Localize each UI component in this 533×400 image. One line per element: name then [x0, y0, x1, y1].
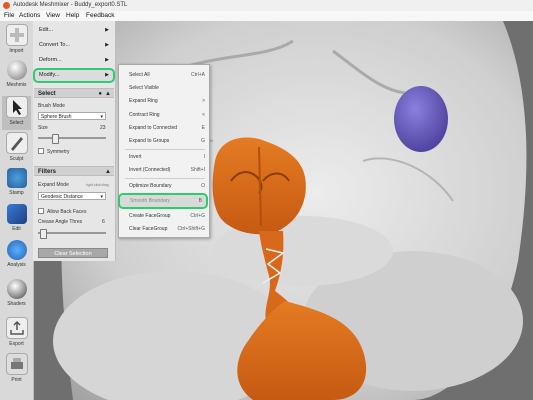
chevron-right-icon: ▶: [105, 57, 109, 63]
menu-file[interactable]: File: [4, 12, 14, 19]
meshmix-tool[interactable]: Meshmix: [2, 60, 31, 94]
crease-angle-label: Crease Angle Thres: [38, 219, 83, 225]
plus-icon: [5, 24, 28, 46]
size-label: Size: [38, 125, 48, 131]
chevron-right-icon: ▶: [105, 27, 109, 33]
symmetry-label: Symmetry: [47, 149, 70, 155]
size-value: 23: [100, 125, 106, 131]
brush-mode-label: Brush Mode: [38, 103, 65, 109]
window-title: Autodesk Meshmixer - Buddy_export0.STL: [13, 2, 128, 8]
stamp-tool[interactable]: Stamp: [2, 168, 31, 202]
print-icon: [5, 353, 28, 375]
print-tool[interactable]: Print: [2, 353, 31, 387]
stamp-icon: [6, 168, 27, 188]
left-toolbar: Import Meshmix Select Sculpt Stamp Edit …: [0, 21, 34, 400]
edit-icon: [6, 204, 27, 224]
menu-separator: [125, 178, 205, 179]
select-all-item[interactable]: Select All Ctrl+A: [119, 69, 209, 81]
brush-icon: [5, 132, 28, 154]
collapse-icon[interactable]: ▲: [105, 89, 111, 99]
chevron-right-icon: ▶: [105, 42, 109, 48]
shaders-tool[interactable]: Shaders: [2, 279, 31, 313]
size-slider[interactable]: [38, 134, 106, 144]
invert-connected-item[interactable]: Invert (Connected) Shift+I: [119, 164, 209, 176]
menu-help[interactable]: Help: [66, 12, 79, 19]
invert-item[interactable]: Invert I: [119, 151, 209, 163]
brush-mode-dropdown[interactable]: Sphere Brush ▾: [38, 112, 106, 120]
filters-section-header[interactable]: Filters ▲: [34, 166, 114, 176]
edit-tool[interactable]: Edit: [2, 204, 31, 238]
expand-mode-hint: right-click/drag: [86, 183, 109, 187]
expand-to-connected-item[interactable]: Expand to Connected E: [119, 122, 209, 134]
menu-actions[interactable]: Actions: [19, 12, 40, 19]
slider-handle[interactable]: [40, 229, 47, 239]
sculpt-tool[interactable]: Sculpt: [2, 132, 31, 166]
expand-to-groups-item[interactable]: Expand to Groups G: [119, 135, 209, 147]
slider-handle[interactable]: [52, 134, 59, 144]
clear-facegroup-item[interactable]: Clear FaceGroup Ctrl+Shift+G: [119, 223, 209, 235]
collapse-icon[interactable]: ▲: [105, 167, 111, 177]
smooth-boundary-item[interactable]: Smooth Boundary B: [118, 193, 208, 209]
expand-mode-label: Expand Mode: [38, 182, 69, 188]
crease-angle-value: 6: [102, 219, 105, 225]
chevron-right-icon: ▶: [105, 72, 109, 78]
modify-submenu: Select All Ctrl+A Select Visible Expand R…: [118, 64, 210, 238]
sphere-icon: [6, 60, 27, 80]
shader-sphere-icon: [6, 279, 27, 299]
analysis-icon: [6, 240, 27, 260]
chevron-down-icon: ▾: [100, 114, 103, 120]
select-section-header[interactable]: Select ● ▲: [34, 88, 114, 98]
clear-selection-button[interactable]: Clear Selection: [38, 248, 108, 258]
convert-to-menu-item[interactable]: Convert To... ▶: [35, 40, 113, 51]
analysis-tool[interactable]: Analysis: [2, 240, 31, 274]
allow-back-faces-label: Allow Back Faces: [47, 209, 87, 215]
modify-menu-item[interactable]: Modify... ▶: [33, 68, 115, 83]
import-tool[interactable]: Import: [2, 24, 31, 58]
meshmixer-logo-icon: [3, 2, 10, 9]
optimize-boundary-item[interactable]: Optimize Boundary O: [119, 180, 209, 192]
create-facegroup-item[interactable]: Create FaceGroup Ctrl+G: [119, 210, 209, 222]
symmetry-checkbox[interactable]: [38, 148, 44, 154]
expand-ring-item[interactable]: Expand Ring >: [119, 95, 209, 107]
crease-angle-slider[interactable]: [38, 229, 106, 239]
select-tool[interactable]: Select: [2, 96, 31, 130]
menu-feedback[interactable]: Feedback: [86, 12, 115, 19]
menu-separator: [125, 149, 205, 150]
edit-menu-item[interactable]: Edit... ▶: [35, 25, 113, 36]
allow-back-faces-checkbox[interactable]: [38, 208, 44, 214]
expand-mode-dropdown[interactable]: Geodesic Distance ▾: [38, 192, 106, 200]
select-arrow-icon: [5, 96, 28, 118]
export-icon: [5, 317, 28, 339]
export-tool[interactable]: Export: [2, 317, 31, 351]
deform-menu-item[interactable]: Deform... ▶: [35, 55, 113, 66]
select-visible-item[interactable]: Select Visible: [119, 82, 209, 94]
chevron-down-icon: ▾: [100, 194, 103, 200]
contract-ring-item[interactable]: Contract Ring <: [119, 109, 209, 121]
info-icon[interactable]: ●: [98, 89, 102, 99]
menu-view[interactable]: View: [46, 12, 60, 19]
